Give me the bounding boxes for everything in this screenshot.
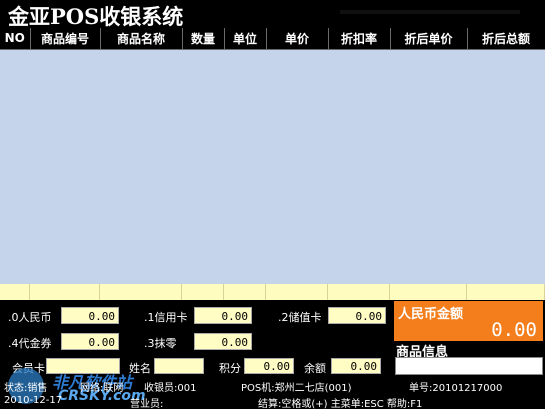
total-cell	[30, 284, 100, 300]
col-header-no[interactable]: NO	[0, 28, 31, 50]
member-name-field	[154, 358, 204, 374]
member-name-label: 姓名	[129, 362, 151, 375]
status-network: 网络:联网	[80, 383, 124, 394]
payment-label-rounding: .3抹零	[144, 337, 177, 350]
sales-grid[interactable]: NO 商品编号 商品名称 数量 单位 单价 折扣率 折后单价 折后总额	[0, 28, 545, 300]
col-header-discounted-price[interactable]: 折后单价	[390, 28, 468, 50]
title-decoration	[340, 10, 520, 14]
total-cell	[390, 284, 467, 300]
status-state: 状态:销售	[4, 383, 48, 394]
col-header-product-code[interactable]: 商品编号	[30, 28, 101, 50]
payment-label-stored-value-card: .2储值卡	[278, 311, 322, 324]
col-header-product-name[interactable]: 商品名称	[100, 28, 183, 50]
points-label: 积分	[219, 362, 241, 375]
payment-input-voucher[interactable]: 0.00	[61, 333, 119, 350]
col-header-quantity[interactable]: 数量	[182, 28, 225, 50]
total-cell	[467, 284, 545, 300]
table-header-row: NO 商品编号 商品名称 数量 单位 单价 折扣率 折后单价 折后总额	[0, 28, 545, 50]
col-header-discounted-total[interactable]: 折后总额	[467, 28, 545, 50]
col-header-discount-rate[interactable]: 折扣率	[328, 28, 391, 50]
total-amount-label: 人民币金额	[398, 307, 464, 322]
grid-total-row	[0, 284, 545, 300]
grid-body-empty[interactable]	[0, 50, 545, 284]
col-header-unit[interactable]: 单位	[224, 28, 267, 50]
payment-input-rounding[interactable]: 0.00	[194, 333, 252, 350]
app-title: 金亚POS收银系统	[8, 4, 184, 29]
payment-label-rmb: .0人民币	[8, 311, 52, 324]
payment-input-credit-card[interactable]: 0.00	[194, 307, 252, 324]
total-cell	[224, 284, 266, 300]
total-cell	[266, 284, 328, 300]
balance-label: 余额	[304, 362, 326, 375]
payment-label-credit-card: .1信用卡	[144, 311, 188, 324]
payment-label-voucher: .4代金券	[8, 337, 52, 350]
status-salesperson: 营业员:	[130, 399, 164, 409]
product-info-box	[395, 357, 543, 375]
status-date: 2010-12-17	[4, 395, 63, 406]
total-cell	[0, 284, 30, 300]
payment-input-stored-value-card[interactable]: 0.00	[328, 307, 386, 324]
title-bar: 金亚POS收银系统	[0, 0, 545, 29]
col-header-unit-price[interactable]: 单价	[266, 28, 329, 50]
total-cell	[182, 284, 224, 300]
total-cell	[100, 284, 182, 300]
sales-table: NO 商品编号 商品名称 数量 单位 单价 折扣率 折后单价 折后总额	[0, 28, 545, 50]
total-cell	[328, 284, 390, 300]
points-field: 0.00	[244, 358, 294, 374]
status-cashier: 收银员:001	[144, 383, 197, 394]
payment-input-rmb[interactable]: 0.00	[61, 307, 119, 324]
total-amount-value: 0.00	[491, 319, 537, 341]
status-pos: POS机:郑州二七店(001)	[241, 383, 352, 394]
status-shortcuts: 结算:空格或(+) 主菜单:ESC 帮助:F1	[258, 399, 423, 409]
balance-field: 0.00	[331, 358, 381, 374]
status-order-no: 单号:20101217000	[409, 383, 503, 394]
total-amount-panel: 人民币金额 0.00	[394, 301, 543, 341]
